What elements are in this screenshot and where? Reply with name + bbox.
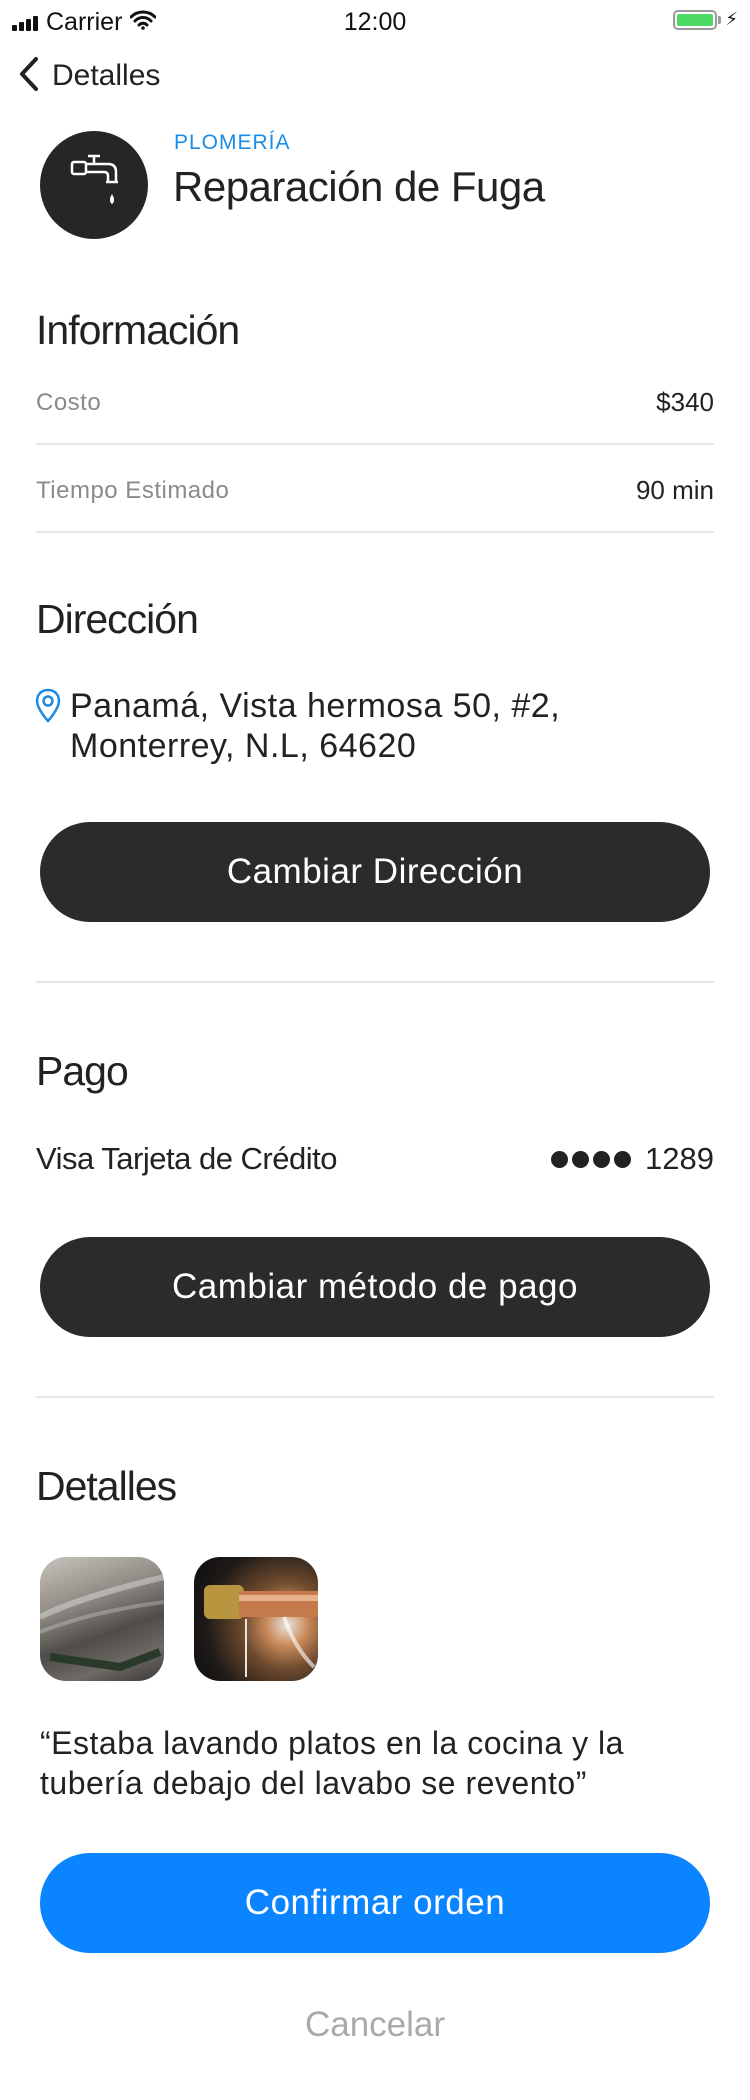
change-address-button[interactable]: Cambiar Dirección <box>40 822 710 922</box>
chevron-left-icon <box>18 56 40 97</box>
status-time: 12:00 <box>343 8 407 36</box>
address-text: Panamá, Vista hermosa 50, #2, Monterrey,… <box>70 686 560 766</box>
back-label: Detalles <box>52 59 161 92</box>
cost-value: $340 <box>656 387 714 417</box>
cancel-button[interactable]: Cancelar <box>0 2005 750 2045</box>
problem-description: “Estaba lavando platos en la cocina y la… <box>40 1725 624 1801</box>
service-avatar <box>40 131 148 239</box>
address-section-title: Dirección <box>36 596 199 642</box>
change-payment-button[interactable]: Cambiar método de pago <box>40 1237 710 1337</box>
status-right: ⚡ <box>673 9 738 30</box>
divider <box>36 443 714 445</box>
divider <box>36 1396 714 1398</box>
divider <box>36 981 714 983</box>
masked-digits <box>551 1150 635 1168</box>
photo-thumbnail[interactable] <box>194 1557 318 1681</box>
photo-thumbnail[interactable] <box>40 1557 164 1681</box>
location-pin-icon <box>34 686 62 766</box>
info-section-title: Información <box>36 307 240 353</box>
faucet-icon <box>64 148 124 223</box>
cost-label: Costo <box>36 389 102 416</box>
service-title: Reparación de Fuga <box>173 163 545 210</box>
time-value: 90 min <box>635 475 714 505</box>
details-section-title: Detalles <box>36 1463 177 1509</box>
payment-section-title: Pago <box>36 1048 129 1094</box>
address-line-2: Monterrey, N.L, 64620 <box>70 727 417 765</box>
charging-bolt-icon: ⚡ <box>725 9 738 29</box>
address-block: Panamá, Vista hermosa 50, #2, Monterrey,… <box>34 686 560 766</box>
address-line-1: Panamá, Vista hermosa 50, #2, <box>70 687 561 725</box>
navigation-bar: Detalles <box>18 54 160 98</box>
battery-cap <box>718 15 722 24</box>
service-category: PLOMERÍA <box>174 131 291 154</box>
time-label: Tiempo Estimado <box>36 477 230 504</box>
battery-icon <box>673 9 718 30</box>
divider <box>36 531 714 533</box>
confirm-order-button[interactable]: Confirmar orden <box>40 1853 710 1953</box>
card-last4: 1289 <box>645 1141 714 1176</box>
payment-method-label: Visa Tarjeta de Crédito <box>36 1141 337 1176</box>
card-number: 1289 <box>551 1141 714 1177</box>
status-bar: Carrier 12:00 ⚡ <box>0 0 750 44</box>
back-button[interactable]: Detalles <box>18 56 160 97</box>
